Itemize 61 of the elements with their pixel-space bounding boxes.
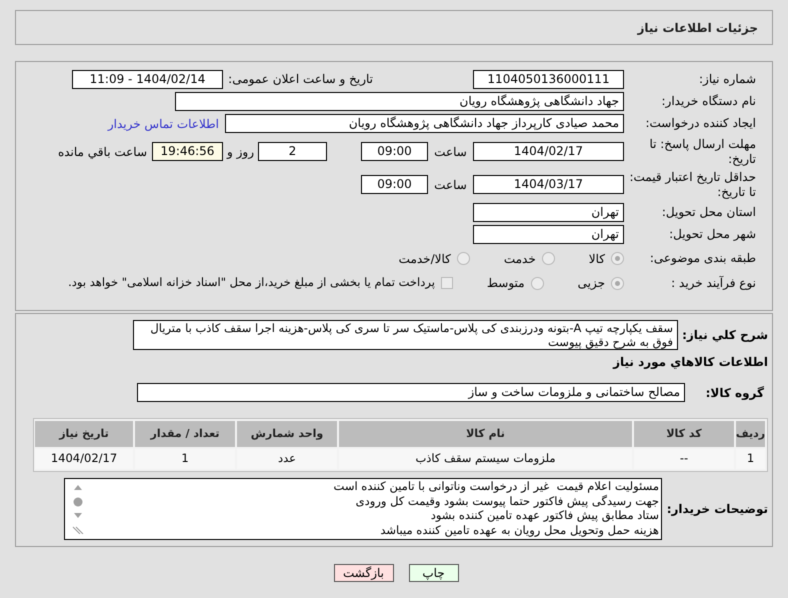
back-button[interactable]: بازگشت	[334, 564, 394, 582]
remaining-label: ساعت باقي مانده	[58, 144, 147, 160]
text-field[interactable]: 1404/03/17	[473, 175, 624, 194]
table-cell: --	[634, 449, 734, 469]
time-label: ساعت	[433, 176, 468, 194]
checkbox[interactable]	[440, 277, 453, 289]
text-field[interactable]: 09:00	[361, 175, 428, 194]
field-label: مهلت ارسال پاسخ: تا تاریخ:	[648, 136, 756, 166]
field-label: ایجاد کننده درخواست:	[644, 116, 756, 131]
print-button[interactable]: چاپ	[408, 564, 458, 582]
radio-button[interactable]	[530, 276, 544, 290]
field-label: نام دستگاه خریدار:	[660, 94, 756, 108]
field-label: شرح کلي نیاز:	[681, 327, 768, 344]
field-label: شهر محل تحویل:	[668, 227, 756, 242]
time-label: ساعت	[433, 144, 468, 160]
radio-button[interactable]	[611, 252, 624, 265]
column-header: تعداد / مقدار	[135, 421, 235, 447]
field-label: استان محل تحویل:	[660, 204, 756, 220]
radio-label: متوسط	[486, 275, 525, 292]
field-label: توضیحات خریدار:	[668, 501, 768, 518]
text-field[interactable]: 1404/02/17	[473, 142, 624, 161]
days-label: روز و	[226, 144, 255, 160]
description-field[interactable]: سقف یکپارچه تیپ A-بتونه ودرزبندی کی پلاس-ماستیک سر تا سری کی پلاس-هزینه اجرا سقف کاذب با متریال فوق به شرح دقیق پیوست	[133, 320, 678, 350]
column-header: واحد شمارش	[237, 421, 337, 447]
table-cell: 1	[135, 449, 235, 469]
buyer-contact-link[interactable]: اطلاعات تماس خریدار	[108, 114, 219, 132]
field-label: طبقه بندی موضوعی:	[648, 251, 756, 266]
text-field[interactable]: مصالح ساختمانی و ملزومات ساخت و ساز	[137, 383, 685, 402]
countdown-field[interactable]: 19:46:56	[152, 142, 223, 161]
text-field[interactable]: جهاد دانشگاهی پژوهشگاه رویان	[175, 92, 624, 110]
section-title: اطلاعات کالاهاي مورد نیاز	[612, 354, 768, 371]
field-label: نوع فرآیند خرید :	[670, 276, 756, 290]
column-header: کد کالا	[634, 421, 734, 447]
text-field[interactable]: تهران	[473, 202, 624, 222]
page-title: جزئیات اطلاعات نیاز	[637, 20, 758, 36]
field-label: حداقل تاریخ اعتبار قیمت: تا تاریخ:	[628, 170, 756, 200]
days-field[interactable]: 2	[258, 142, 327, 161]
column-header: ردیف	[736, 421, 765, 447]
table-cell: ملزومات سیستم سقف کاذب	[339, 449, 632, 469]
field-label: تاریخ و ساعت اعلان عمومی:	[227, 71, 373, 88]
checkbox-label: پرداخت تمام یا بخشی از مبلغ خرید،از محل "اسناد خزانه اسلامی" خواهد بود.	[68, 274, 435, 292]
text-field[interactable]: تهران	[473, 225, 624, 244]
column-header: نام کالا	[339, 421, 632, 447]
table-cell: 1404/02/17	[35, 449, 133, 469]
radio-button[interactable]	[611, 276, 624, 290]
table-cell: عدد	[237, 449, 337, 469]
text-field[interactable]: 1404/02/14 - 11:09	[72, 70, 223, 88]
text-field[interactable]: 1104050136000111	[473, 70, 624, 88]
radio-label: خدمت	[504, 250, 536, 268]
column-header: تاریخ نیاز	[35, 421, 133, 447]
field-label: گروه کالا:	[704, 384, 765, 402]
buyer-notes-field[interactable]: مسئولیت اعلام قیمت غیر از درخواست وناتوانی با تامین کننده است جهت رسیدگی پیش فاکتور حتما پیوست بشود وقیمت کل ورودی ستاد مطابق پیش فاکتور عهده تامین کننده بشود هزینه حمل وتحویل محل رویان به عهده تامین کننده میباشد	[64, 478, 662, 540]
text-field[interactable]: 09:00	[361, 142, 428, 161]
field-label: شماره نیاز:	[698, 72, 756, 86]
radio-label: کالا/خدمت	[398, 250, 451, 268]
table-cell: 1	[736, 449, 765, 469]
radio-label: جزیی	[578, 275, 605, 292]
text-field[interactable]: محمد صیادی کارپرداز جهاد دانشگاهی پژوهشگاه رویان	[225, 114, 624, 133]
radio-button[interactable]	[456, 252, 470, 265]
radio-label: کالا	[588, 250, 605, 268]
radio-button[interactable]	[542, 252, 555, 265]
